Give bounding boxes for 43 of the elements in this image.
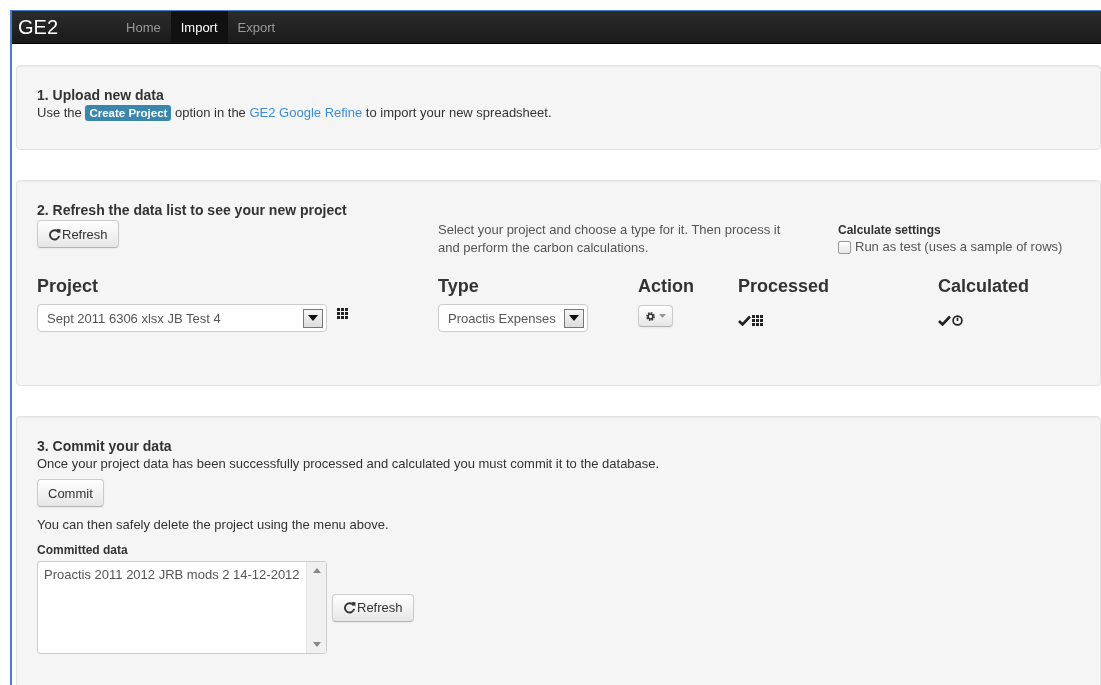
field-label: Committed data: [37, 542, 129, 558]
caret-icon: [308, 315, 318, 321]
column-header: Action: [638, 275, 695, 297]
type-select[interactable]: Proactis Expenses: [438, 304, 588, 332]
grid-icon: [752, 314, 763, 326]
instruction-text: Use the Create Project option in the GE2 Google Refine to import your new spreadsheet.: [37, 104, 553, 122]
refresh-icon: [48, 227, 61, 241]
nav-tab[interactable]: Export: [227, 11, 286, 43]
caret-icon: [569, 315, 579, 321]
instruction-text: Once your project data has been successfully processed and calculated you must commit it to the database.: [37, 455, 661, 473]
nav-tab[interactable]: Import: [170, 11, 228, 43]
refresh-button[interactable]: Refresh: [332, 593, 414, 622]
section-title: 1. Upload new data: [37, 86, 164, 104]
caret-icon: [659, 314, 666, 318]
commit-button[interactable]: Commit: [37, 479, 104, 507]
column-header: Processed: [738, 275, 831, 297]
section-title: 2. Refresh the data list to see your new project: [37, 201, 347, 219]
settings-heading: Calculate settings: [838, 222, 942, 238]
project-select[interactable]: Sept 2011 6306 xlsx JB Test 4: [37, 304, 327, 332]
checkbox[interactable]: [838, 240, 851, 254]
brand-logo[interactable]: GE2: [12, 11, 75, 43]
help-text: Select your project and choose a type for it. Then process it and perform the carbon calculations.: [438, 221, 782, 257]
refresh-icon: [343, 601, 356, 614]
committed-data-list[interactable]: Proactis 2011 2012 JRB mods 2 14-12-2012: [37, 561, 327, 654]
dropdown-button[interactable]: [303, 308, 323, 328]
nav-tab[interactable]: Home: [116, 11, 171, 43]
column-header: Project: [37, 275, 100, 297]
clock-icon: [952, 314, 963, 326]
action-button[interactable]: [638, 305, 673, 327]
settings-icon: [645, 310, 656, 322]
scroll-up-arrow-icon[interactable]: [312, 568, 321, 573]
scroll-down-arrow-icon[interactable]: [312, 642, 321, 647]
column-header: Type: [438, 275, 480, 297]
section-title: 3. Commit your data: [37, 437, 172, 455]
refresh-button[interactable]: Refresh: [37, 220, 119, 248]
create-project-label: Create Project: [85, 105, 172, 121]
dropdown-button[interactable]: [564, 308, 584, 328]
column-header: Calculated: [938, 275, 1031, 297]
note-text: You can then safely delete the project using the menu above.: [37, 516, 390, 534]
checkbox-label: Run as test (uses a sample of rows): [855, 238, 1063, 256]
list-item[interactable]: Proactis 2011 2012 JRB mods 2 14-12-2012: [44, 566, 300, 584]
scrollbar[interactable]: [306, 562, 326, 653]
grid-icon: [337, 308, 348, 319]
